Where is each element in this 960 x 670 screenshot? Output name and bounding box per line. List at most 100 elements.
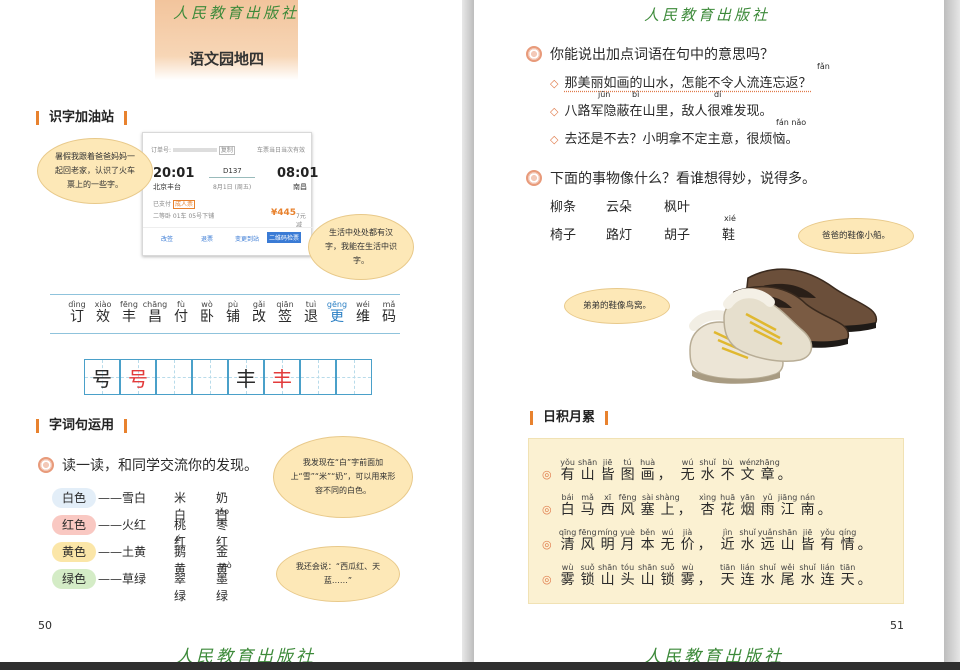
poem-char: yuǎn 远: [758, 528, 778, 553]
hanzi-char: 月: [620, 537, 635, 553]
ticket-arrow: [209, 177, 255, 178]
pinyin-mo: mò: [219, 561, 232, 570]
pinyin-label: yǔ: [762, 493, 773, 502]
poem-char: jià 价: [678, 528, 698, 553]
poem-line: ◎ bái 白 mǎ 马 xī 西 fēng 风 sài 塞 shàng 上， xìng 杏 huā 花 yān 烟…: [542, 493, 902, 518]
hanzi-char: 连: [740, 572, 755, 588]
pinyin-fannao: fán nǎo: [776, 118, 807, 127]
hanzi-char: 西: [600, 502, 615, 518]
ticket-dest-button[interactable]: 变更到站: [235, 234, 259, 243]
pinyin-label: gǎi: [252, 300, 266, 309]
hanzi-char: 连: [820, 572, 835, 588]
circle-bullet-icon: ◎: [542, 573, 552, 586]
poem-char: shān 山: [638, 563, 658, 588]
poem-char: jiē 皆: [598, 458, 618, 483]
poem-char: suǒ 锁: [658, 563, 678, 588]
hanzi-char: 南: [800, 502, 815, 518]
bubble-note-more: 我还会说：“西瓜红、天蓝……”: [276, 546, 400, 602]
pinyin-label: tú: [623, 458, 632, 467]
poem-char: shuǐ 水: [758, 563, 778, 588]
pinyin-label: huà: [640, 458, 656, 467]
question-1: 你能说出加点词语在句中的意思吗？: [526, 44, 774, 64]
train-ticket-screenshot: 订单号: 复制 车票当日当次有效 20:01 北京丰台 D137 8月1日 (周…: [142, 132, 318, 256]
poem-line: ◎ qīng 清 fēng 风 míng 明 yuè 月 běn 本 wú 无 jià 价， jìn 近 shuǐ…: [542, 528, 902, 553]
publisher-logo-bottom: 人民教育出版社: [644, 647, 784, 662]
grid-cell-red: 丰: [264, 359, 300, 395]
poem-line: ◎ wù 雾 suǒ 锁 shān 山 tóu 头 shān 山 suǒ 锁 wù 雾， tiān 天 lián 连…: [542, 563, 902, 588]
pinyin-label: tuì: [305, 300, 317, 309]
hanzi-char: 烟: [740, 502, 755, 518]
pinyin-label: fù: [177, 300, 185, 309]
poem-char: wù 雾: [558, 563, 578, 588]
punctuation: 。: [857, 537, 872, 553]
hanzi-char: 塞: [640, 502, 655, 518]
poem-char: qíng 情: [838, 528, 858, 553]
header-banner: 人民教育出版社 语文园地四: [155, 0, 298, 80]
hanzi-char: 山: [580, 467, 595, 483]
hanzi-char: 山: [780, 537, 795, 553]
hanzi-char: 清: [560, 537, 575, 553]
circle-bullet-icon: ◎: [542, 538, 552, 551]
pinyin-char: wéi 维: [352, 300, 374, 325]
diamond-icon: ◇: [550, 105, 559, 118]
ticket-change-button[interactable]: 改签: [161, 234, 173, 243]
poem-char: wù 雾: [678, 563, 698, 588]
poem-char: tiān 天: [718, 563, 738, 588]
poem-char: xìng 杏: [698, 493, 718, 518]
hanzi-char: 尾: [780, 572, 795, 588]
hanzi-char: 山: [600, 572, 615, 588]
grid-cell-empty: [300, 359, 336, 395]
ticket-dep-time: 20:01: [153, 166, 195, 181]
pinyin-label: yǒu: [820, 528, 835, 537]
pinyin-label: tiān: [719, 563, 736, 572]
pinyin-label: huā: [720, 493, 736, 502]
pinyin-label: wén: [739, 458, 756, 467]
page-number: 50: [38, 619, 52, 632]
pinyin-label: fēng: [578, 528, 597, 537]
unit-title: 语文园地四: [188, 50, 264, 68]
hanzi-char: 上: [660, 502, 675, 518]
pinyin-label: jiāng: [777, 493, 798, 502]
hanzi-char: 本: [640, 537, 655, 553]
pinyin-label: pù: [227, 300, 239, 309]
hanzi-char: 白: [560, 502, 575, 518]
poem-char: bái 白: [558, 493, 578, 518]
pinyin-label: yuǎn: [757, 528, 778, 537]
ticket-refund-button[interactable]: 退票: [201, 234, 213, 243]
pinyin-zao: zǎo: [215, 507, 229, 516]
pinyin-label: shuǐ: [759, 563, 776, 572]
color-words-row: ——火红 桃红 枣红 zǎo: [98, 507, 229, 549]
ticket-qr-button[interactable]: 二维码检票: [267, 232, 302, 243]
hanzi-char: 价: [680, 537, 695, 553]
pinyin-label: xī: [604, 493, 612, 502]
pinyin-char: qiān 签: [274, 300, 296, 325]
ticket-copy-tag[interactable]: 复制: [218, 146, 235, 155]
pinyin-label: gēng: [326, 300, 348, 309]
hanzi-char: 卧: [200, 309, 214, 325]
flower-icon: [38, 457, 54, 473]
bubble-dad-shoe: 爸爸的鞋像小船。: [798, 218, 914, 254]
poem-char: fēng 风: [578, 528, 598, 553]
poem-char: lián 连: [818, 563, 838, 588]
grid-cell-empty: [156, 359, 192, 395]
hanzi-char: 效: [96, 309, 110, 325]
instruction-line: 读一读，和同学交流你的发现。: [38, 455, 258, 475]
poem-char: tú 图: [618, 458, 638, 483]
punctuation: 。: [817, 502, 832, 518]
ticket-paid: 已支付: [153, 201, 172, 208]
pinyin-e: é: [176, 534, 181, 543]
pinyin-label: yǒu: [560, 458, 575, 467]
hanzi-char: 水: [760, 572, 775, 588]
q1-item: ◇ 去还是不去？小明拿不定主意，很烦恼。 fán nǎo: [550, 118, 807, 147]
pinyin-label: lián: [740, 563, 755, 572]
hanzi-char: 锁: [660, 572, 675, 588]
pinyin-label: shān: [578, 458, 598, 467]
poem-char: shuǐ 水: [738, 528, 758, 553]
pinyin-label: shuǐ: [739, 528, 756, 537]
publisher-logo-top: 人民教育出版社: [173, 4, 300, 22]
pinyin-label: wù: [561, 563, 574, 572]
right-page: 人民教育出版社 你能说出加点词语在句中的意思吗？ ◇ 那美丽如画的山水，怎能不令人…: [474, 0, 944, 662]
poem-char: bù 不: [718, 458, 738, 483]
pinyin-label: wěi: [780, 563, 795, 572]
hanzi-char: 远: [760, 537, 775, 553]
